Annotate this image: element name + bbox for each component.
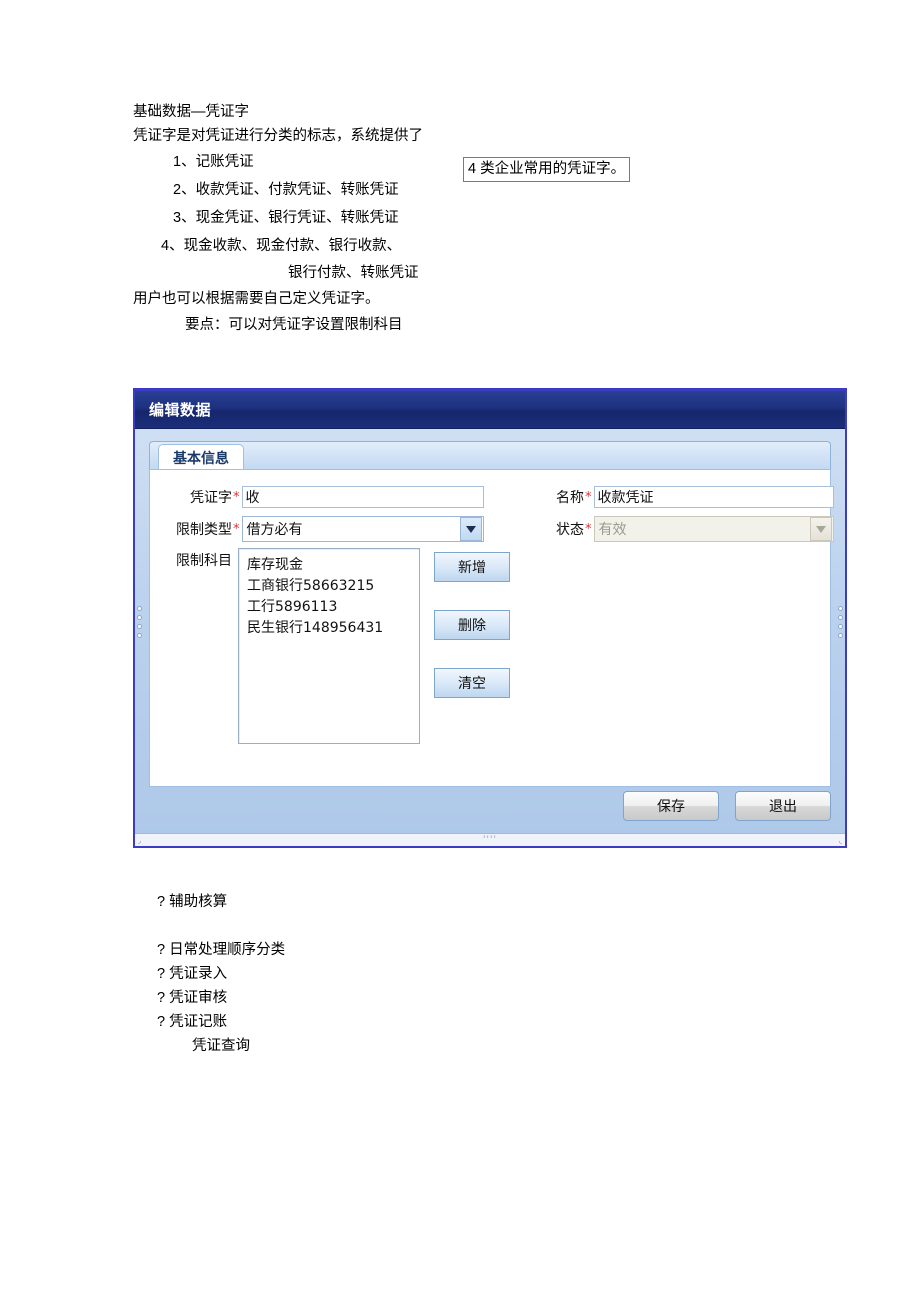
name-input[interactable]: 收款凭证 [593, 486, 834, 508]
resize-handle-bottom-right[interactable]: ◟ [839, 837, 842, 845]
edit-data-dialog: 编辑数据 基本信息 凭证字 * 收 名称 * 收款凭证 限制类型 * 借方必有 … [133, 388, 847, 848]
list-item[interactable]: 工商银行58663215 [239, 576, 419, 597]
add-button[interactable]: 新增 [434, 552, 510, 582]
dialog-titlebar[interactable]: 编辑数据 [135, 391, 845, 429]
dialog-title: 编辑数据 [149, 401, 212, 419]
bullet-item-voucher-audit: ? 凭证审核 [157, 990, 228, 1006]
limit-type-select[interactable]: 借方必有 [241, 516, 484, 542]
chevron-down-icon[interactable] [459, 517, 482, 541]
limit-type-value: 借方必有 [246, 522, 303, 538]
key-point-line: 要点：可以对凭证字设置限制科目 [185, 317, 403, 333]
bullet-sub-item-voucher-query: 凭证查询 [192, 1038, 250, 1054]
list-item: 3、现金凭证、银行凭证、转账凭证 [173, 210, 399, 226]
limit-type-label: 限制类型 [176, 522, 232, 538]
list-item[interactable]: 工行5896113 [239, 597, 419, 618]
tab-basic-info[interactable]: 基本信息 [158, 444, 244, 470]
field-limit-subject-label: 限制科目 [166, 550, 232, 570]
dialog-body: 基本信息 凭证字 * 收 名称 * 收款凭证 限制类型 * 借方必有 状态 * … [135, 429, 845, 846]
form-panel: 凭证字 * 收 名称 * 收款凭证 限制类型 * 借方必有 状态 * 有效 限制… [149, 469, 834, 787]
field-voucher-word: 凭证字 * 收 [166, 486, 484, 508]
bullet-item-voucher-entry: ? 凭证录入 [157, 966, 228, 982]
required-asterisk: * [233, 521, 240, 537]
resize-handle-left[interactable] [137, 605, 142, 639]
document-text-block: 基础数据—凭证字 凭证字是对凭证进行分类的标志，系统提供了 4 类企业常用的凭证… [133, 100, 873, 338]
resize-handle-bottom-left[interactable]: ◞ [138, 837, 141, 845]
voucher-word-label: 凭证字 [190, 490, 232, 506]
bullet-item-daily-order: ? 日常处理顺序分类 [157, 942, 286, 958]
field-name: 名称 * 收款凭证 [540, 486, 834, 508]
resize-handle-right[interactable] [838, 605, 843, 639]
limit-subject-label: 限制科目 [176, 553, 232, 569]
tabstrip: 基本信息 [149, 441, 831, 470]
chevron-down-icon [809, 517, 832, 541]
delete-button[interactable]: 删除 [434, 610, 510, 640]
required-asterisk: * [585, 521, 592, 537]
list-item[interactable]: 库存现金 [239, 555, 419, 576]
bullet-list: ? 辅助核算 ? 日常处理顺序分类 ? 凭证录入 ? 凭证审核 ? 凭证记账 凭… [157, 890, 657, 1058]
resize-handle-bottom[interactable]: '''' [483, 836, 497, 845]
dialog-footer: 保存 退出 [149, 786, 831, 826]
required-asterisk: * [233, 489, 240, 505]
name-label: 名称 [556, 490, 584, 506]
status-label: 状态 [556, 522, 584, 538]
voucher-word-input[interactable]: 收 [241, 486, 484, 508]
field-status: 状态 * 有效 [540, 516, 834, 542]
boxed-note: 4 类企业常用的凭证字。 [463, 157, 631, 182]
status-value: 有效 [598, 522, 627, 538]
list-item: 4、现金收款、现金付款、银行收款、 [161, 238, 402, 254]
intro-paragraph: 凭证字是对凭证进行分类的标志，系统提供了 [133, 128, 423, 144]
exit-button[interactable]: 退出 [735, 791, 831, 821]
field-limit-type: 限制类型 * 借方必有 [166, 516, 484, 542]
required-asterisk: * [585, 489, 592, 505]
limit-subject-listbox[interactable]: 库存现金 工商银行58663215 工行5896113 民生银行14895643… [238, 548, 420, 744]
bullet-item-voucher-posting: ? 凭证记账 [157, 1014, 228, 1030]
list-item[interactable]: 民生银行148956431 [239, 618, 419, 639]
page-title: 基础数据—凭证字 [133, 104, 249, 120]
intro-row: 凭证字是对凭证进行分类的标志，系统提供了 4 类企业常用的凭证字。 [133, 124, 873, 182]
save-button[interactable]: 保存 [623, 791, 719, 821]
status-select: 有效 [593, 516, 834, 542]
continuation-line: 银行付款、转账凭证 [288, 265, 419, 281]
clear-button[interactable]: 清空 [434, 668, 510, 698]
dialog-bottom-strip: '''' ◞ ◟ [135, 833, 845, 846]
user-define-line: 用户也可以根据需要自己定义凭证字。 [133, 291, 380, 307]
bullet-item-auxiliary: ? 辅助核算 [157, 894, 228, 910]
